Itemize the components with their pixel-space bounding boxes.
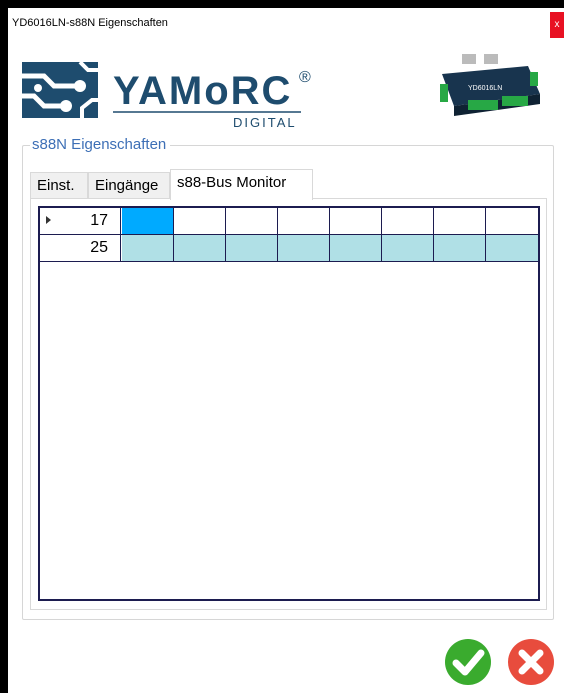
tab-s88-bus-monitor[interactable]: s88-Bus Monitor <box>170 169 313 200</box>
row-label: 25 <box>90 239 108 256</box>
brand-sub: DIGITAL <box>233 115 297 130</box>
tab-panel: 17 25 <box>30 198 547 610</box>
yamorc-logo-text: YAMoRC ® DIGITAL <box>113 69 311 130</box>
device-label: YD6016LN <box>468 85 502 92</box>
monitor-cell-on[interactable] <box>382 235 434 261</box>
title-bar: YD6016LN-s88N Eigenschaften x <box>8 8 564 38</box>
monitor-cell-on[interactable] <box>122 235 174 261</box>
ok-button[interactable] <box>444 638 492 686</box>
monitor-cell-off[interactable] <box>278 208 330 234</box>
monitor-cell-off[interactable] <box>382 208 434 234</box>
monitor-cell-off[interactable] <box>434 208 486 234</box>
properties-window: YD6016LN-s88N Eigenschaften x YAMoRC ® D… <box>8 8 564 693</box>
monitor-cell-on[interactable] <box>174 235 226 261</box>
row-header[interactable]: 25 <box>40 235 121 261</box>
monitor-cell-off[interactable] <box>486 208 538 234</box>
grid-row[interactable]: 17 <box>40 208 540 234</box>
monitor-cell-on[interactable] <box>278 235 330 261</box>
monitor-cell-on[interactable] <box>226 235 278 261</box>
row-separator <box>40 261 540 262</box>
group-legend: s88N Eigenschaften <box>30 136 171 153</box>
brand-name: YAMoRC <box>113 69 292 113</box>
close-button[interactable]: x <box>550 12 564 38</box>
monitor-cell-on[interactable] <box>486 235 538 261</box>
cancel-button[interactable] <box>507 638 555 686</box>
monitor-cell-on[interactable] <box>330 235 382 261</box>
monitor-cell-on[interactable] <box>434 235 486 261</box>
tab-eingaenge[interactable]: Eingänge <box>88 172 170 199</box>
monitor-cell-off[interactable] <box>174 208 226 234</box>
registered-mark: ® <box>299 69 311 86</box>
row-header[interactable]: 17 <box>40 208 121 234</box>
brand-header: YAMoRC ® DIGITAL YD6016LN <box>8 38 564 144</box>
grid-row[interactable]: 25 <box>40 235 540 261</box>
window-title: YD6016LN-s88N Eigenschaften <box>12 17 168 29</box>
tab-einst[interactable]: Einst. <box>30 172 88 199</box>
s88-monitor-grid[interactable]: 17 25 <box>38 206 540 601</box>
check-icon <box>445 639 491 685</box>
monitor-cell-off[interactable] <box>330 208 382 234</box>
current-row-arrow-icon <box>46 216 51 224</box>
row-label: 17 <box>90 212 108 229</box>
monitor-cell-off[interactable] <box>226 208 278 234</box>
monitor-cell-selected[interactable] <box>122 208 174 234</box>
device-image: YD6016LN <box>440 54 540 116</box>
yamorc-logo-icon <box>22 62 98 118</box>
